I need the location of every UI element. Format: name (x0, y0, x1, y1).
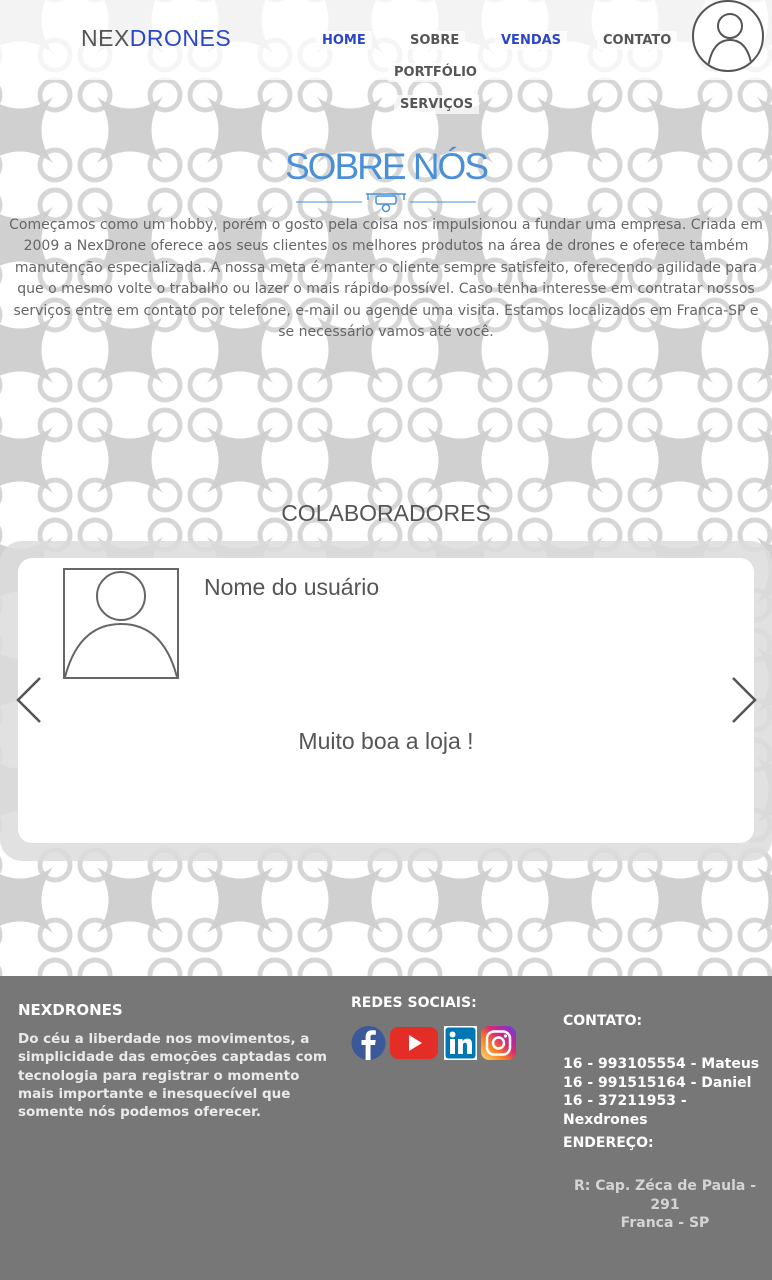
nav-contato[interactable]: CONTATO (597, 31, 678, 50)
nav-servicos[interactable]: SERVIÇOS (394, 95, 480, 114)
nav-vendas[interactable]: VENDAS (495, 31, 568, 50)
footer-social-title: REDES SOCIAIS: (351, 995, 477, 1011)
logo-nex: NEX (81, 25, 130, 51)
user-avatar-icon[interactable] (692, 0, 764, 72)
collaborator-name: Nome do usuário (204, 574, 380, 600)
drone-divider-icon (296, 193, 476, 213)
phone-line: 16 - 37211953 - Nexdrones (563, 1093, 687, 1128)
collaborator-photo-icon (63, 568, 179, 679)
linkedin-icon[interactable] (444, 1026, 477, 1060)
facebook-icon[interactable] (351, 1026, 386, 1060)
nav-home[interactable]: HOME (316, 31, 372, 50)
instagram-icon[interactable] (481, 1026, 516, 1060)
footer-contact-title: CONTATO: (563, 1013, 643, 1029)
nav-sobre[interactable]: SOBRE (404, 31, 466, 50)
phone-line: 16 - 993105554 - Mateus (563, 1056, 760, 1072)
footer-brand-text: Do céu a liberdade nos movimentos, a sim… (18, 1031, 327, 1121)
footer-phone-list: 16 - 993105554 - Mateus 16 - 991515164 -… (563, 1055, 772, 1129)
carousel-prev-icon[interactable] (16, 676, 42, 724)
address-line: Franca - SP (620, 1215, 710, 1231)
carousel-next-icon[interactable] (731, 676, 757, 724)
footer-address-title: ENDEREÇO: (563, 1135, 654, 1151)
about-text: Começamos como um hobby, porém o gosto p… (9, 217, 763, 341)
collaborator-quote: Muito boa a loja ! (298, 728, 474, 754)
nav-portfolio[interactable]: PORTFÓLIO (388, 63, 483, 82)
site-logo[interactable]: NEXDRONES (81, 25, 231, 52)
logo-drones: DRONES (129, 25, 232, 51)
footer-brand-title: NEXDRONES (18, 1001, 123, 1019)
about-title: SOBRE NÓS (285, 146, 489, 187)
footer: NEXDRONES Do céu a liberdade nos movimen… (0, 976, 772, 1280)
youtube-icon[interactable] (390, 1026, 438, 1060)
collaborators-title: COLABORADORES (281, 500, 491, 526)
phone-line: 16 - 991515164 - Daniel (563, 1074, 752, 1091)
footer-address: R: Cap. Zéca de Paula - 291 Franca - SP (565, 1177, 765, 1233)
address-line: R: Cap. Zéca de Paula - 291 (573, 1178, 757, 1213)
